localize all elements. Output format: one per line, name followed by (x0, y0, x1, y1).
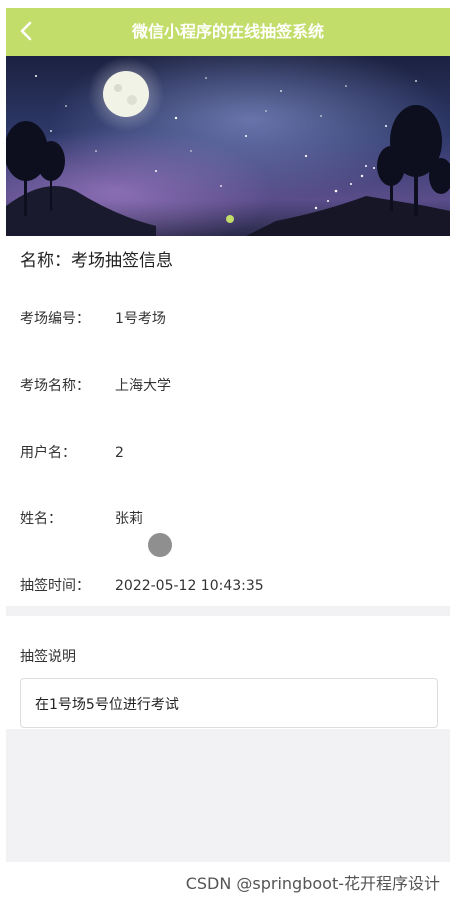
record-name: 名称：考场抽签信息 (20, 246, 173, 271)
carousel-indicator-dot[interactable] (226, 215, 234, 223)
banner-carousel[interactable] (6, 56, 450, 236)
field-label: 考场编号： (20, 311, 90, 327)
description-text: 在1号场5号位进行考试 (35, 697, 179, 713)
name-value: 考场抽签信息 (71, 251, 173, 271)
field-label: 抽签时间： (20, 578, 90, 594)
draw-description-section: 抽签说明 在1号场5号位进行考试 (6, 616, 450, 729)
field-label: 姓名： (20, 511, 62, 527)
footer-bar: CSDN @springboot-花开程序设计 (6, 862, 450, 901)
field-value: 上海大学 (115, 378, 171, 394)
touch-pointer-indicator (148, 533, 172, 557)
right-border (450, 0, 455, 901)
top-border (0, 0, 455, 8)
navigation-bar: 微信小程序的在线抽签系统 (6, 8, 450, 56)
field-value: 2022-05-12 10:43:35 (115, 578, 264, 594)
field-value: 1号考场 (115, 311, 166, 327)
night-sky-banner-image (6, 56, 450, 236)
draw-info-card: 名称：考场抽签信息 考场编号： 1号考场 考场名称： 上海大学 用户名： 2 姓… (6, 236, 450, 606)
description-label: 抽签说明 (20, 649, 76, 665)
screen-frame: 微信小程序的在线抽签系统 名称：考场抽签信息 考场编号： 1号考场 考场名称： … (0, 0, 455, 901)
description-field[interactable]: 在1号场5号位进行考试 (20, 678, 438, 728)
mini-program-page: 微信小程序的在线抽签系统 名称：考场抽签信息 考场编号： 1号考场 考场名称： … (6, 8, 450, 901)
page-title: 微信小程序的在线抽签系统 (131, 22, 324, 41)
field-label: 用户名： (20, 445, 76, 461)
field-value: 张莉 (115, 511, 143, 527)
field-label: 考场名称： (20, 378, 90, 394)
field-value: 2 (115, 445, 124, 461)
watermark-text: CSDN @springboot-花开程序设计 (185, 874, 440, 893)
name-label: 名称： (20, 251, 71, 271)
